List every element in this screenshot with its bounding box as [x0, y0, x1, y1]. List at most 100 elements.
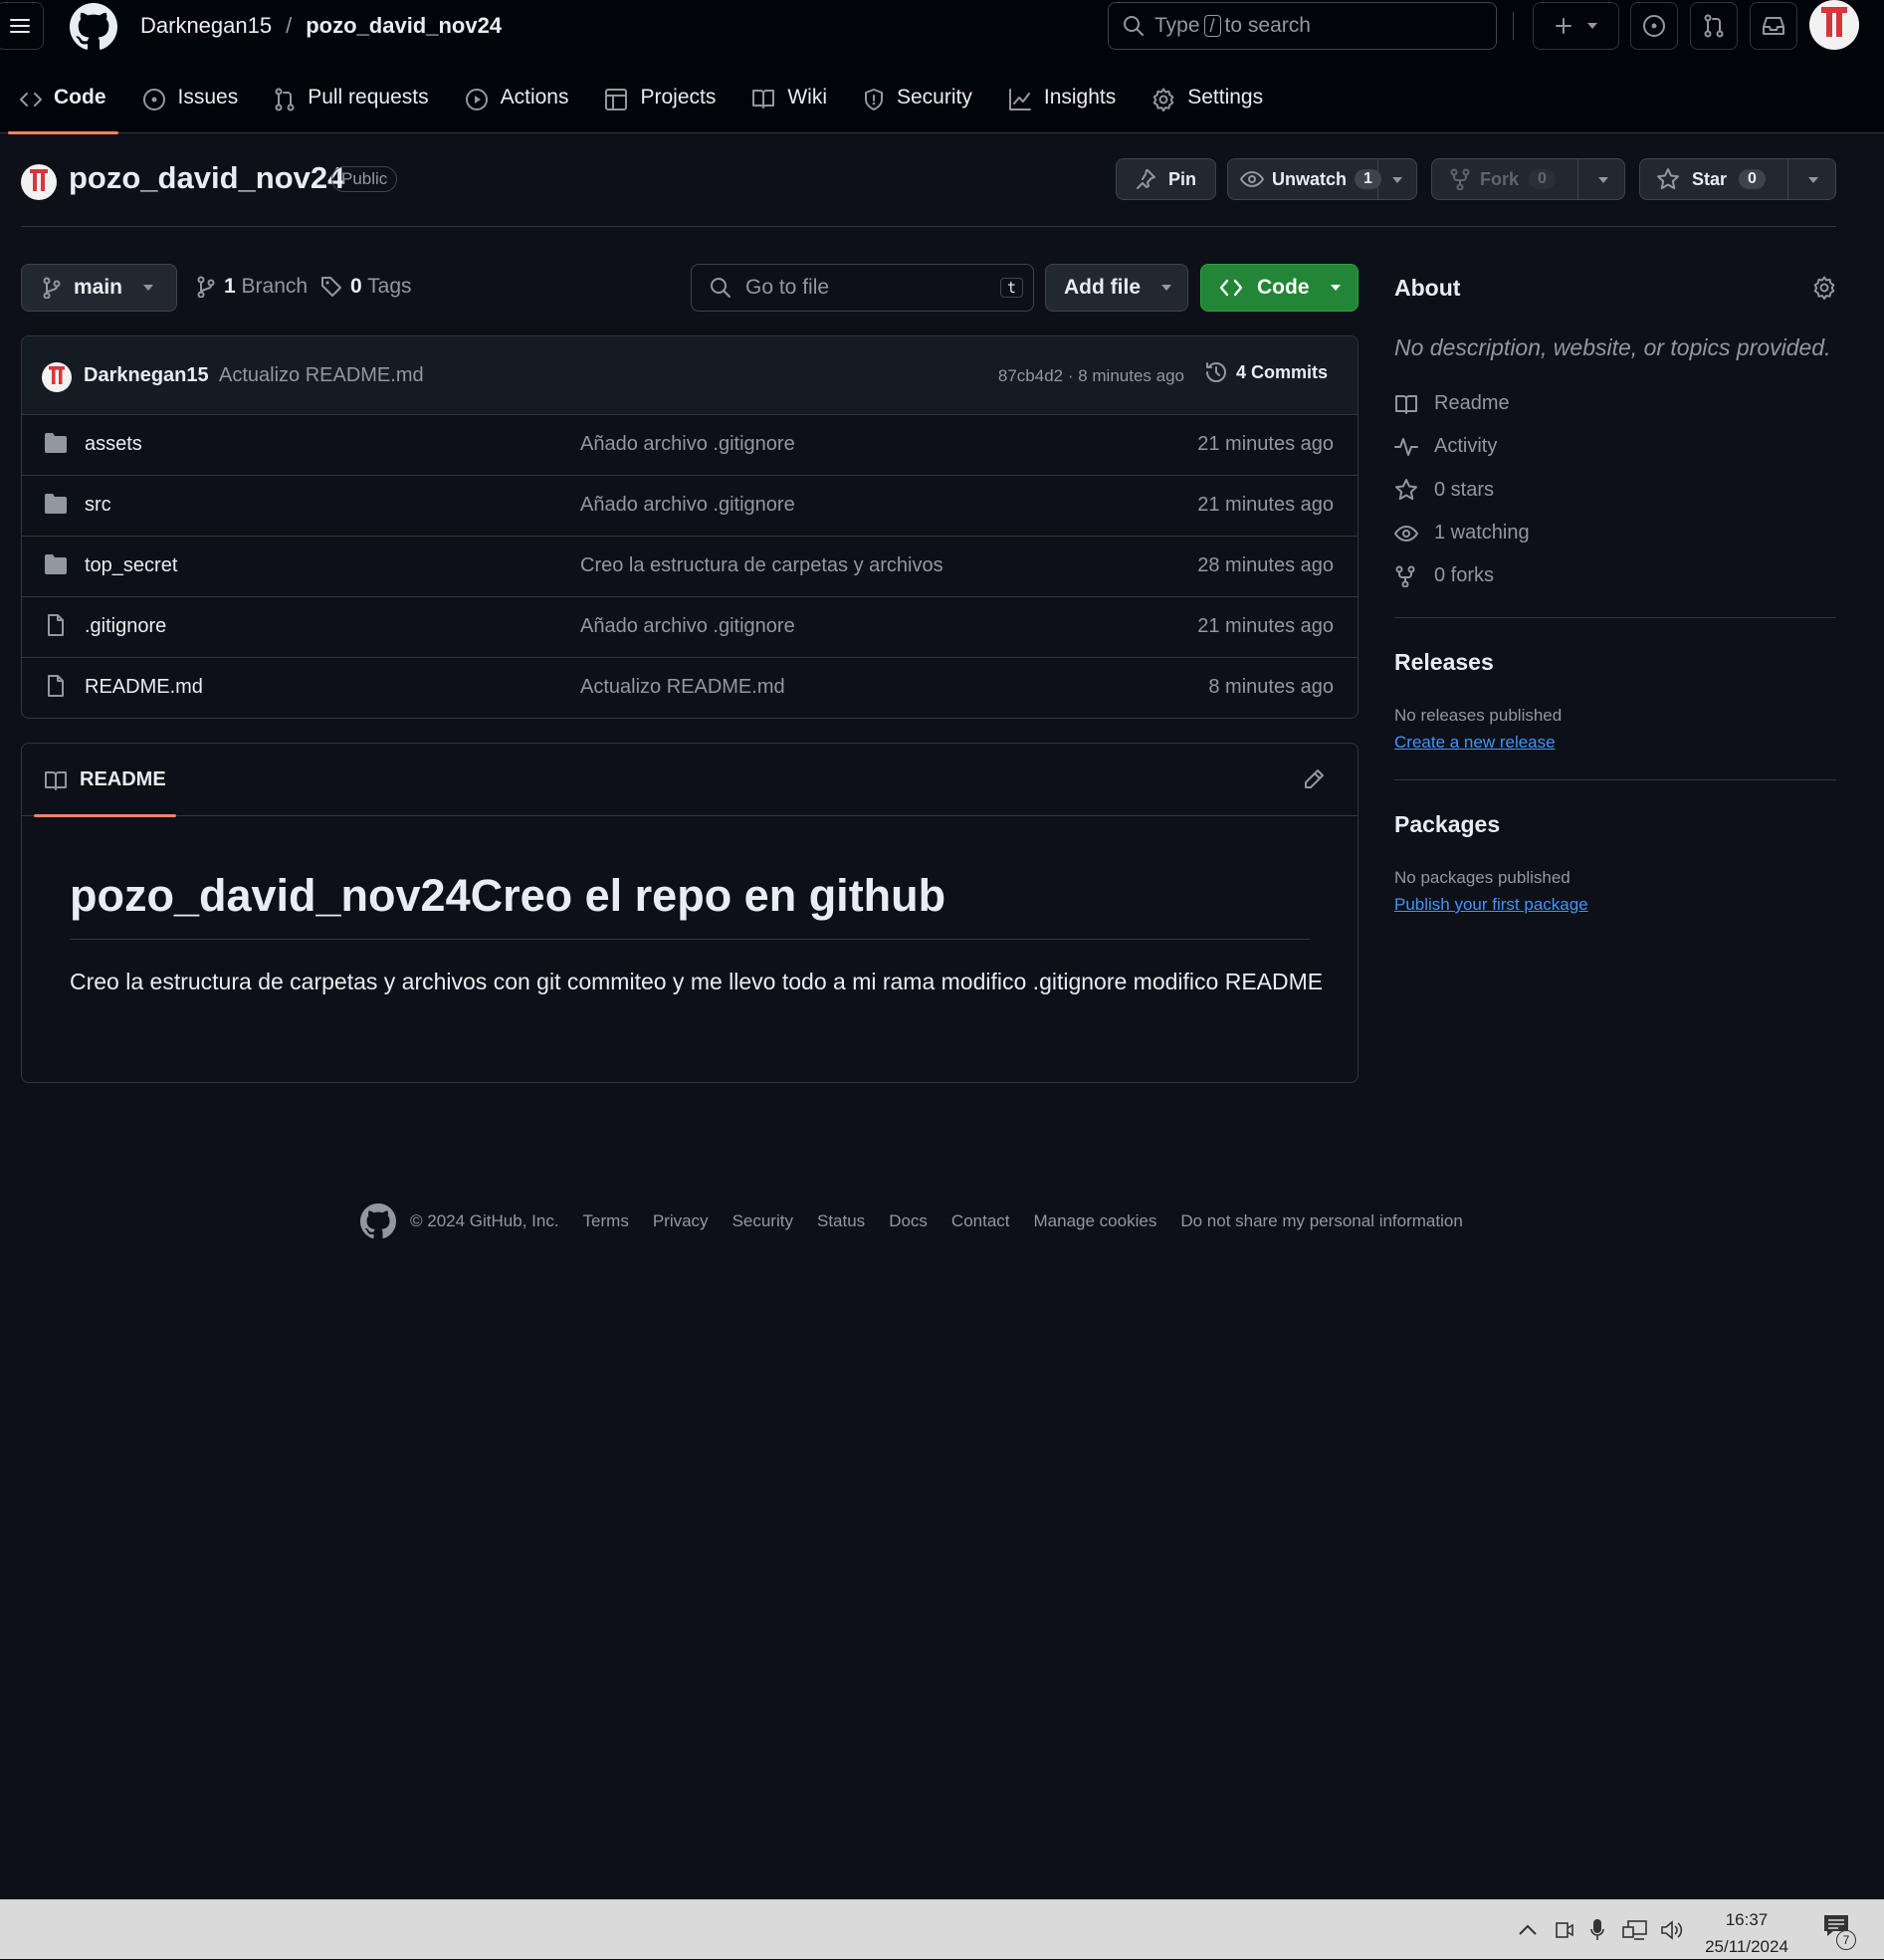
tab-code[interactable]: Code: [8, 80, 118, 134]
inbox-button[interactable]: [1750, 2, 1797, 50]
caret-down-icon[interactable]: [1597, 176, 1609, 184]
caret-down-icon[interactable]: [1807, 176, 1819, 184]
branch-selector[interactable]: main: [21, 264, 177, 312]
commit-message[interactable]: Actualizo README.md: [219, 364, 424, 387]
meet-now-icon[interactable]: [1555, 1919, 1574, 1941]
code-button[interactable]: Code: [1200, 264, 1359, 312]
packages-text: No packages published: [1394, 868, 1570, 887]
tab-actions[interactable]: Actions: [453, 80, 581, 133]
book-icon: [1395, 394, 1417, 414]
file-row[interactable]: top_secret Creo la estructura de carpeta…: [22, 537, 1358, 597]
footer-link-security[interactable]: Security: [733, 1211, 793, 1231]
file-commit-message[interactable]: Añado archivo .gitignore: [580, 615, 795, 638]
star-button[interactable]: Star 0: [1639, 158, 1836, 200]
sidebar-item-activity[interactable]: Activity: [1394, 435, 1497, 458]
file-commit-message[interactable]: Actualizo README.md: [580, 676, 785, 699]
sidebar-item-label: Activity: [1434, 435, 1498, 457]
history-icon: [1205, 362, 1226, 382]
commit-author-avatar[interactable]: [42, 362, 72, 392]
footer-link-contact[interactable]: Contact: [951, 1211, 1010, 1231]
breadcrumb-repo[interactable]: pozo_david_nov24: [306, 13, 502, 39]
readme-tab[interactable]: README: [34, 744, 176, 817]
repo-title[interactable]: pozo_david_nov24: [69, 160, 344, 196]
readme-panel: README pozo_david_nov24Creo el repo en g…: [21, 743, 1359, 1083]
footer-copyright: © 2024 GitHub, Inc.: [410, 1211, 559, 1230]
table-icon: [605, 89, 628, 110]
footer-link-manage-cookies[interactable]: Manage cookies: [1034, 1211, 1157, 1231]
tab-projects[interactable]: Projects: [592, 80, 728, 133]
unwatch-button[interactable]: Unwatch 1: [1227, 158, 1417, 200]
search-input[interactable]: Type / to search: [1108, 2, 1497, 50]
publish-package-link[interactable]: Publish your first package: [1394, 895, 1588, 915]
footer-link-terms[interactable]: Terms: [583, 1211, 629, 1231]
caret-down-icon[interactable]: [1391, 176, 1403, 184]
repo-owner-avatar[interactable]: [21, 164, 57, 200]
identicon-icon: [49, 366, 65, 384]
tab-issues[interactable]: Issues: [130, 80, 251, 133]
tab-label: Actions: [500, 86, 569, 109]
divider: [21, 226, 1836, 227]
issue-icon: [142, 89, 165, 110]
plus-icon: [1555, 18, 1571, 34]
tab-insights[interactable]: Insights: [996, 80, 1128, 133]
file-row[interactable]: src Añado archivo .gitignore 21 minutes …: [22, 476, 1358, 537]
add-file-button[interactable]: Add file: [1045, 264, 1188, 312]
sidebar-item-readme[interactable]: Readme: [1394, 392, 1510, 415]
menu-button[interactable]: [0, 2, 44, 50]
tags-link[interactable]: 0 Tags: [320, 275, 412, 299]
network-icon[interactable]: [1622, 1919, 1648, 1941]
file-row[interactable]: README.md Actualizo README.md 8 minutes …: [22, 658, 1358, 718]
pin-button[interactable]: Pin: [1116, 158, 1216, 200]
file-name[interactable]: .gitignore: [85, 615, 166, 638]
hamburger-icon: [10, 19, 30, 33]
footer-link-do-not-share[interactable]: Do not share my personal information: [1180, 1211, 1462, 1231]
file-commit-message[interactable]: Añado archivo .gitignore: [580, 433, 795, 456]
microphone-icon[interactable]: [1590, 1919, 1604, 1941]
caret-down-icon: [1586, 23, 1597, 29]
gear-icon[interactable]: [1812, 276, 1836, 300]
file-commit-message[interactable]: Creo la estructura de carpetas y archivo…: [580, 554, 943, 577]
footer-link-privacy[interactable]: Privacy: [653, 1211, 709, 1231]
your-issues-button[interactable]: [1630, 2, 1678, 50]
sidebar-item-stars[interactable]: 0 stars: [1394, 478, 1494, 502]
create-new-button[interactable]: [1533, 2, 1619, 50]
tab-pull-requests[interactable]: Pull requests: [262, 80, 440, 133]
volume-icon[interactable]: [1660, 1919, 1684, 1941]
sidebar-item-watching[interactable]: 1 watching: [1394, 522, 1530, 544]
pencil-icon[interactable]: [1302, 767, 1326, 791]
file-commit-message[interactable]: Añado archivo .gitignore: [580, 494, 795, 517]
commit-author[interactable]: Darknegan15: [84, 364, 209, 387]
fork-button[interactable]: Fork 0: [1431, 158, 1625, 200]
system-clock[interactable]: 16:37 25/11/2024: [1700, 1906, 1793, 1960]
user-avatar[interactable]: [1809, 0, 1859, 50]
commit-hash-time[interactable]: 87cb4d2 · 8 minutes ago: [998, 366, 1184, 386]
tab-security[interactable]: Security: [851, 80, 984, 133]
file-row[interactable]: assets Añado archivo .gitignore 21 minut…: [22, 415, 1358, 476]
footer-link-status[interactable]: Status: [817, 1211, 865, 1231]
breadcrumb-owner[interactable]: Darknegan15: [140, 13, 272, 39]
file-name[interactable]: src: [85, 494, 111, 517]
file-name[interactable]: assets: [85, 433, 142, 456]
branches-link[interactable]: 1 Branch: [196, 275, 308, 299]
github-logo-icon[interactable]: [360, 1203, 396, 1239]
tab-wiki[interactable]: Wiki: [739, 80, 839, 133]
your-pull-requests-button[interactable]: [1690, 2, 1738, 50]
pin-icon: [1137, 169, 1155, 189]
create-release-link[interactable]: Create a new release: [1394, 733, 1556, 753]
sidebar-item-forks[interactable]: 0 forks: [1394, 564, 1494, 587]
file-name[interactable]: top_secret: [85, 554, 177, 577]
github-logo-icon[interactable]: [70, 3, 117, 51]
file-name[interactable]: README.md: [85, 676, 203, 699]
branch-icon: [197, 276, 215, 298]
sidebar-item-label: Readme: [1434, 392, 1510, 414]
go-to-file-input[interactable]: Go to file t: [691, 264, 1034, 312]
about-description: No description, website, or topics provi…: [1394, 334, 1831, 360]
releases-title[interactable]: Releases: [1394, 649, 1494, 676]
footer-link-docs[interactable]: Docs: [889, 1211, 928, 1231]
tab-label: Security: [897, 86, 972, 109]
tab-settings[interactable]: Settings: [1140, 80, 1275, 133]
packages-title[interactable]: Packages: [1394, 811, 1500, 838]
chevron-up-icon[interactable]: [1518, 1924, 1538, 1936]
file-row[interactable]: .gitignore Añado archivo .gitignore 21 m…: [22, 597, 1358, 658]
commits-link[interactable]: 4 Commits: [1204, 360, 1328, 384]
